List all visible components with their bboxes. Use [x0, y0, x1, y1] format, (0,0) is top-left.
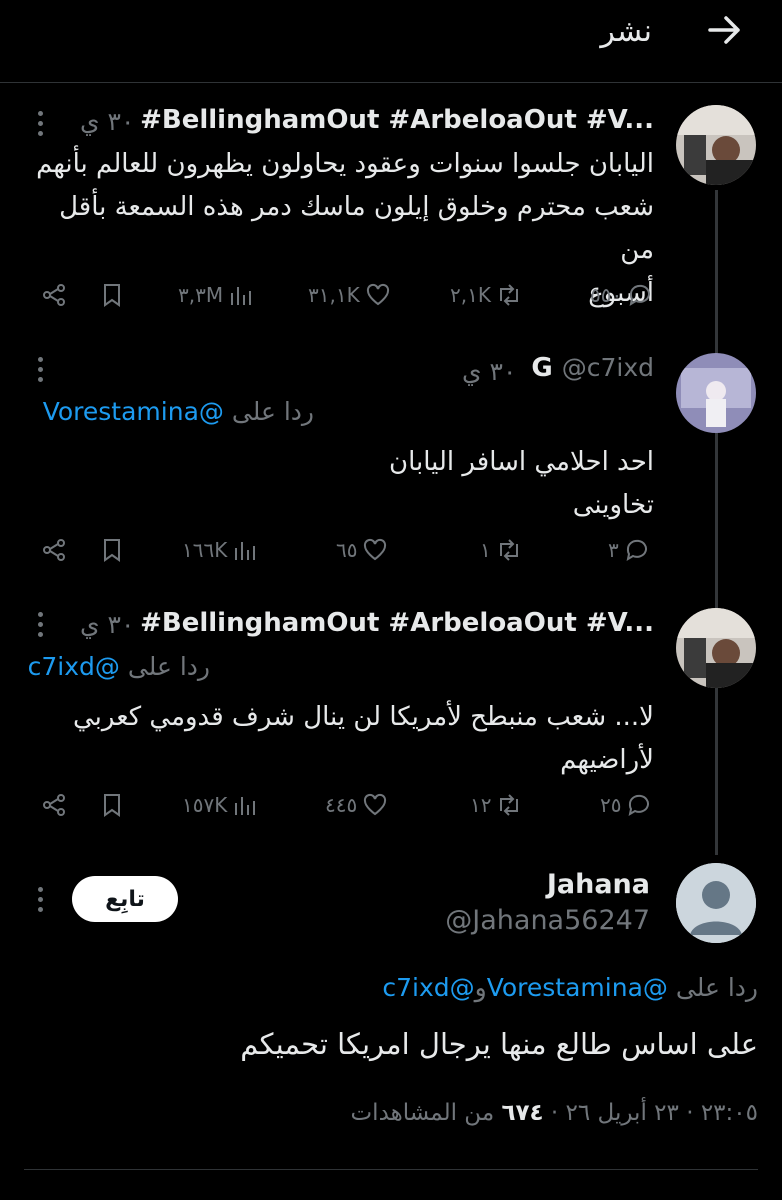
retweet-icon	[499, 284, 518, 306]
retweet-button[interactable]: ١٢	[470, 788, 523, 822]
tweet[interactable]: #BellinghamOut #ArbeloaOut #V... ٣٠ ي ال…	[0, 95, 782, 335]
mention-link[interactable]: @c7ixd	[28, 652, 120, 681]
tweet-time[interactable]: ٣٠ ي	[80, 107, 134, 136]
views-button[interactable]: ١٥٧K	[182, 788, 259, 822]
author-name[interactable]: Jahana	[547, 869, 650, 900]
views-button[interactable]: ١٦٦K	[182, 533, 259, 567]
conjunction: و	[474, 973, 487, 1002]
share-icon[interactable]	[40, 281, 68, 309]
main-tweet: Jahana @Jahana56247 تابِع ردا على @Vores…	[0, 855, 782, 1175]
reply-to-label: ردا على	[231, 397, 314, 426]
like-button[interactable]: ٦٥	[336, 533, 389, 567]
like-count: ٤٤٥	[325, 793, 358, 817]
reply-to: ردا على @Vorestamina	[43, 397, 314, 426]
like-button[interactable]: ٣١,١K	[308, 278, 392, 312]
tweet-actions: ٥٥٠ ٢,١K ٣١,١K ٣,٣M	[0, 278, 782, 312]
reply-icon	[626, 539, 647, 562]
tweet[interactable]: #BellinghamOut #ArbeloaOut #V... ٣٠ ي رد…	[0, 598, 782, 838]
tweet-meta: ٢٣:٠٥ · ٢٣ أبريل ٢٦ · ٦٧٤ من المشاهدات	[351, 1100, 758, 1126]
view-count: ٦٧٤	[501, 1100, 544, 1126]
more-options-icon[interactable]	[38, 887, 48, 917]
bookmark-icon[interactable]	[98, 536, 126, 564]
like-count: ٣١,١K	[308, 283, 360, 307]
reply-count: ٥٥٠	[590, 283, 623, 307]
avatar[interactable]	[676, 608, 756, 688]
back-arrow-icon[interactable]	[704, 10, 744, 50]
reply-button[interactable]: ٣	[608, 533, 651, 567]
mention-link[interactable]: @c7ixd	[382, 973, 474, 1002]
heart-icon	[364, 538, 387, 561]
views-count: ٣,٣M	[178, 283, 224, 307]
tweet-date[interactable]: ٢٣ أبريل ٢٦	[566, 1100, 679, 1126]
reply-to-label: ردا على	[127, 652, 210, 681]
tweet-text-line: تخاوينى	[572, 490, 654, 520]
author-name[interactable]: G	[531, 353, 552, 383]
page-title: نشر	[600, 14, 652, 49]
reply-count: ٣	[608, 538, 619, 562]
reply-count: ٢٥	[600, 793, 622, 817]
reply-to: ردا على @Vorestaminaو@c7ixd	[382, 973, 758, 1002]
more-options-icon[interactable]	[38, 111, 48, 141]
views-icon	[231, 287, 252, 305]
author-handle[interactable]: @Jahana56247	[445, 905, 650, 936]
retweet-icon	[499, 539, 518, 561]
heart-icon	[366, 283, 389, 306]
divider	[24, 1169, 758, 1170]
retweet-count: ٢,١K	[450, 283, 491, 307]
retweet-count: ١	[480, 538, 491, 562]
like-count: ٦٥	[336, 538, 358, 562]
tweet-text-line: شعب محترم وخلوق إيلون ماسك دمر هذه السمع…	[59, 192, 654, 265]
views-icon	[235, 542, 256, 560]
mention-link[interactable]: @Vorestamina	[43, 397, 224, 426]
share-icon[interactable]	[40, 536, 68, 564]
tweet-text-line: لا... شعب منبطح لأمريكا لن ينال شرف قدوم…	[72, 702, 654, 732]
share-icon[interactable]	[40, 791, 68, 819]
tweet[interactable]: G @c7ixd ٣٠ ي ردا على @Vorestamina احد ا…	[0, 345, 782, 585]
tweet-time[interactable]: ٣٠ ي	[80, 610, 134, 639]
reply-to: ردا على @c7ixd	[28, 652, 210, 681]
separator-dot: ·	[550, 1100, 559, 1126]
bookmark-icon[interactable]	[98, 281, 126, 309]
tweet-actions: ٣ ١ ٦٥ ١٦٦K	[0, 533, 782, 567]
top-bar: نشر	[0, 0, 782, 83]
views-count: ١٥٧K	[182, 793, 228, 817]
reply-to-label: ردا على	[675, 973, 758, 1002]
author-name[interactable]: #BellinghamOut #ArbeloaOut #V...	[140, 105, 654, 135]
retweet-button[interactable]: ١	[480, 533, 523, 567]
avatar[interactable]	[676, 105, 756, 185]
views-icon	[235, 797, 256, 815]
tweet-text-line: لأراضيهم	[560, 745, 654, 775]
like-button[interactable]: ٤٤٥	[325, 788, 389, 822]
reply-icon	[629, 794, 650, 817]
author-name[interactable]: #BellinghamOut #ArbeloaOut #V...	[140, 608, 654, 638]
more-options-icon[interactable]	[38, 357, 48, 387]
more-options-icon[interactable]	[38, 612, 48, 642]
views-button[interactable]: ٣,٣M	[178, 278, 255, 312]
tweet-time[interactable]: ٣٠ ي	[462, 357, 516, 386]
views-label: من المشاهدات	[350, 1100, 495, 1126]
mention-link[interactable]: @Vorestamina	[487, 973, 668, 1002]
tweet-text-line: اليابان جلسوا سنوات وعقود يحاولون يظهرون…	[36, 149, 654, 179]
author-handle[interactable]: @c7ixd	[562, 353, 654, 382]
avatar[interactable]	[676, 863, 756, 943]
heart-icon	[364, 793, 387, 816]
bookmark-icon[interactable]	[98, 791, 126, 819]
avatar[interactable]	[676, 353, 756, 433]
retweet-button[interactable]: ٢,١K	[450, 278, 523, 312]
tweet-text: على اساس طالع منها يرجال امريكا تحميكم	[240, 1027, 758, 1061]
retweet-count: ١٢	[470, 793, 492, 817]
tweet-text-line: احد احلامي اسافر اليابان	[388, 447, 654, 477]
reply-button[interactable]: ٢٥	[600, 788, 653, 822]
retweet-icon	[500, 794, 519, 816]
views-count: ١٦٦K	[182, 538, 228, 562]
follow-button[interactable]: تابِع	[72, 876, 178, 922]
reply-button[interactable]: ٥٥٠	[590, 278, 654, 312]
separator-dot: ·	[686, 1100, 694, 1126]
tweet-actions: ٢٥ ١٢ ٤٤٥ ١٥٧K	[0, 788, 782, 822]
reply-icon	[629, 284, 651, 307]
tweet-time[interactable]: ٢٣:٠٥	[701, 1100, 758, 1126]
